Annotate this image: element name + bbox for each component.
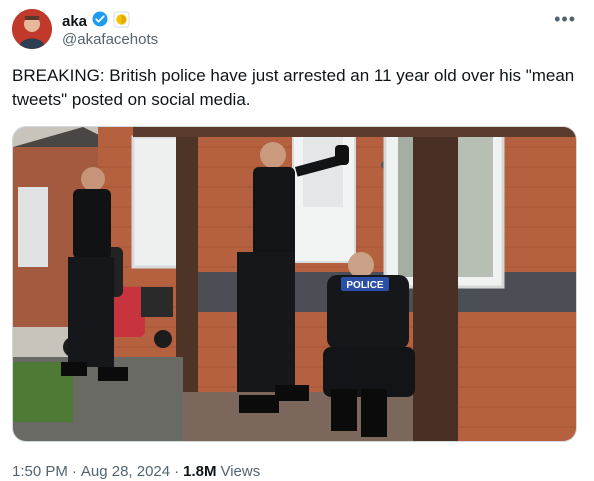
views-label: Views [220, 463, 261, 480]
meta-separator: · [71, 463, 77, 480]
more-icon[interactable]: ••• [554, 9, 576, 30]
author-name-row: aka [62, 10, 130, 33]
tweet-time[interactable]: 1:50 PM [12, 463, 68, 480]
avatar[interactable] [12, 9, 52, 49]
author-handle[interactable]: @akafacehots [62, 31, 158, 48]
views-count: 1.8M [183, 463, 217, 480]
tweet-photo[interactable]: POLICE [12, 126, 577, 442]
tweet-date[interactable]: Aug 28, 2024 [81, 463, 170, 480]
tweet-text: BREAKING: British police have just arres… [12, 66, 575, 109]
verified-badge-icon [91, 10, 109, 33]
tweet-meta: 1:50 PM · Aug 28, 2024 · 1.8M Views [12, 463, 260, 480]
police-vest-label: POLICE [346, 280, 384, 291]
display-name[interactable]: aka [62, 13, 87, 30]
affiliate-badge-icon [113, 10, 130, 33]
meta-separator: · [174, 463, 180, 480]
